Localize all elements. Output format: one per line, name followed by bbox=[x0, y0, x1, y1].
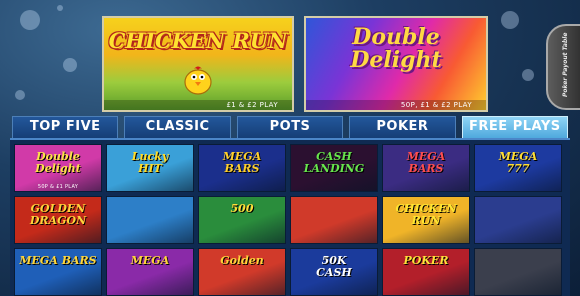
game-tile[interactable] bbox=[474, 248, 562, 296]
tab-top-five[interactable]: TOP FIVE bbox=[12, 116, 119, 138]
game-tile-title: GOLDEN DRAGON bbox=[29, 202, 87, 227]
featured-game-chicken-run[interactable]: CHICKEN RUN £1 & £2 PLAY bbox=[102, 16, 294, 112]
tab-classic[interactable]: CLASSIC bbox=[124, 116, 231, 138]
category-tab-bar: TOP FIVE CLASSIC POTS POKER FREE PLAYS bbox=[10, 116, 570, 138]
game-tile[interactable] bbox=[106, 196, 194, 244]
game-tile-title: MEGA BARS bbox=[222, 150, 262, 175]
game-tile[interactable] bbox=[290, 196, 378, 244]
tab-free-plays[interactable]: FREE PLAYS bbox=[461, 116, 569, 138]
game-tile[interactable]: MEGA BARS bbox=[382, 144, 470, 192]
game-tile[interactable]: MEGA 777 bbox=[474, 144, 562, 192]
game-tile-title: CASH LANDING bbox=[303, 150, 365, 175]
game-tile-stakes: 50P & £1 PLAY bbox=[37, 184, 79, 190]
poker-payout-table-button[interactable]: Poker Payout Table bbox=[546, 24, 580, 110]
featured-game-double-delight[interactable]: Double Delight 50P, £1 & £2 PLAY bbox=[304, 16, 488, 112]
game-grid-panel: Double Delight 50P & £1 PLAY Lucky HIT MEGA… bbox=[10, 138, 570, 296]
game-tile[interactable]: MEGA BARS bbox=[198, 144, 286, 192]
game-tile-title: Golden bbox=[220, 254, 264, 267]
poker-payout-table-label: Poker Payout Table bbox=[562, 32, 569, 97]
game-grid: Double Delight 50P & £1 PLAY Lucky HIT MEGA… bbox=[14, 144, 566, 296]
game-tile[interactable] bbox=[474, 196, 562, 244]
game-tile[interactable]: MEGA bbox=[106, 248, 194, 296]
game-tile[interactable]: MEGA BARS bbox=[14, 248, 102, 296]
game-tile-title: MEGA 777 bbox=[498, 150, 538, 175]
game-tile-title: Lucky HIT bbox=[131, 150, 169, 175]
featured-game-title: Double Delight bbox=[350, 24, 442, 73]
chicken-icon bbox=[184, 66, 212, 95]
game-tile[interactable]: GOLDEN DRAGON bbox=[14, 196, 102, 244]
game-tile[interactable]: CASH LANDING bbox=[290, 144, 378, 192]
game-tile[interactable]: Lucky HIT bbox=[106, 144, 194, 192]
game-tile-title: CHICKEN RUN bbox=[395, 202, 457, 227]
featured-game-stakes: 50P, £1 & £2 PLAY bbox=[306, 100, 486, 110]
game-tile-title: MEGA BARS bbox=[19, 254, 97, 267]
game-tile-title: MEGA bbox=[130, 254, 170, 267]
game-tile-title: 50K CASH bbox=[316, 254, 352, 279]
tab-pots[interactable]: POTS bbox=[236, 116, 344, 138]
game-tile[interactable]: 50K CASH bbox=[290, 248, 378, 296]
featured-game-stakes: £1 & £2 PLAY bbox=[104, 100, 292, 110]
tab-poker[interactable]: POKER bbox=[349, 116, 456, 138]
game-tile-title: Double Delight bbox=[35, 150, 81, 175]
game-tile-title: MEGA BARS bbox=[406, 150, 446, 175]
game-tile[interactable]: 500 bbox=[198, 196, 286, 244]
game-tile[interactable]: Double Delight 50P & £1 PLAY bbox=[14, 144, 102, 192]
game-tile[interactable]: CHICKEN RUN bbox=[382, 196, 470, 244]
game-lobby-screen: CHICKEN RUN £1 & £2 PLAY Double Delight … bbox=[0, 0, 580, 296]
featured-game-title: CHICKEN RUN bbox=[108, 28, 288, 53]
game-tile-title: POKER bbox=[403, 254, 449, 267]
game-tile[interactable]: POKER bbox=[382, 248, 470, 296]
game-tile-title: 500 bbox=[230, 202, 254, 215]
game-tile[interactable]: Golden bbox=[198, 248, 286, 296]
